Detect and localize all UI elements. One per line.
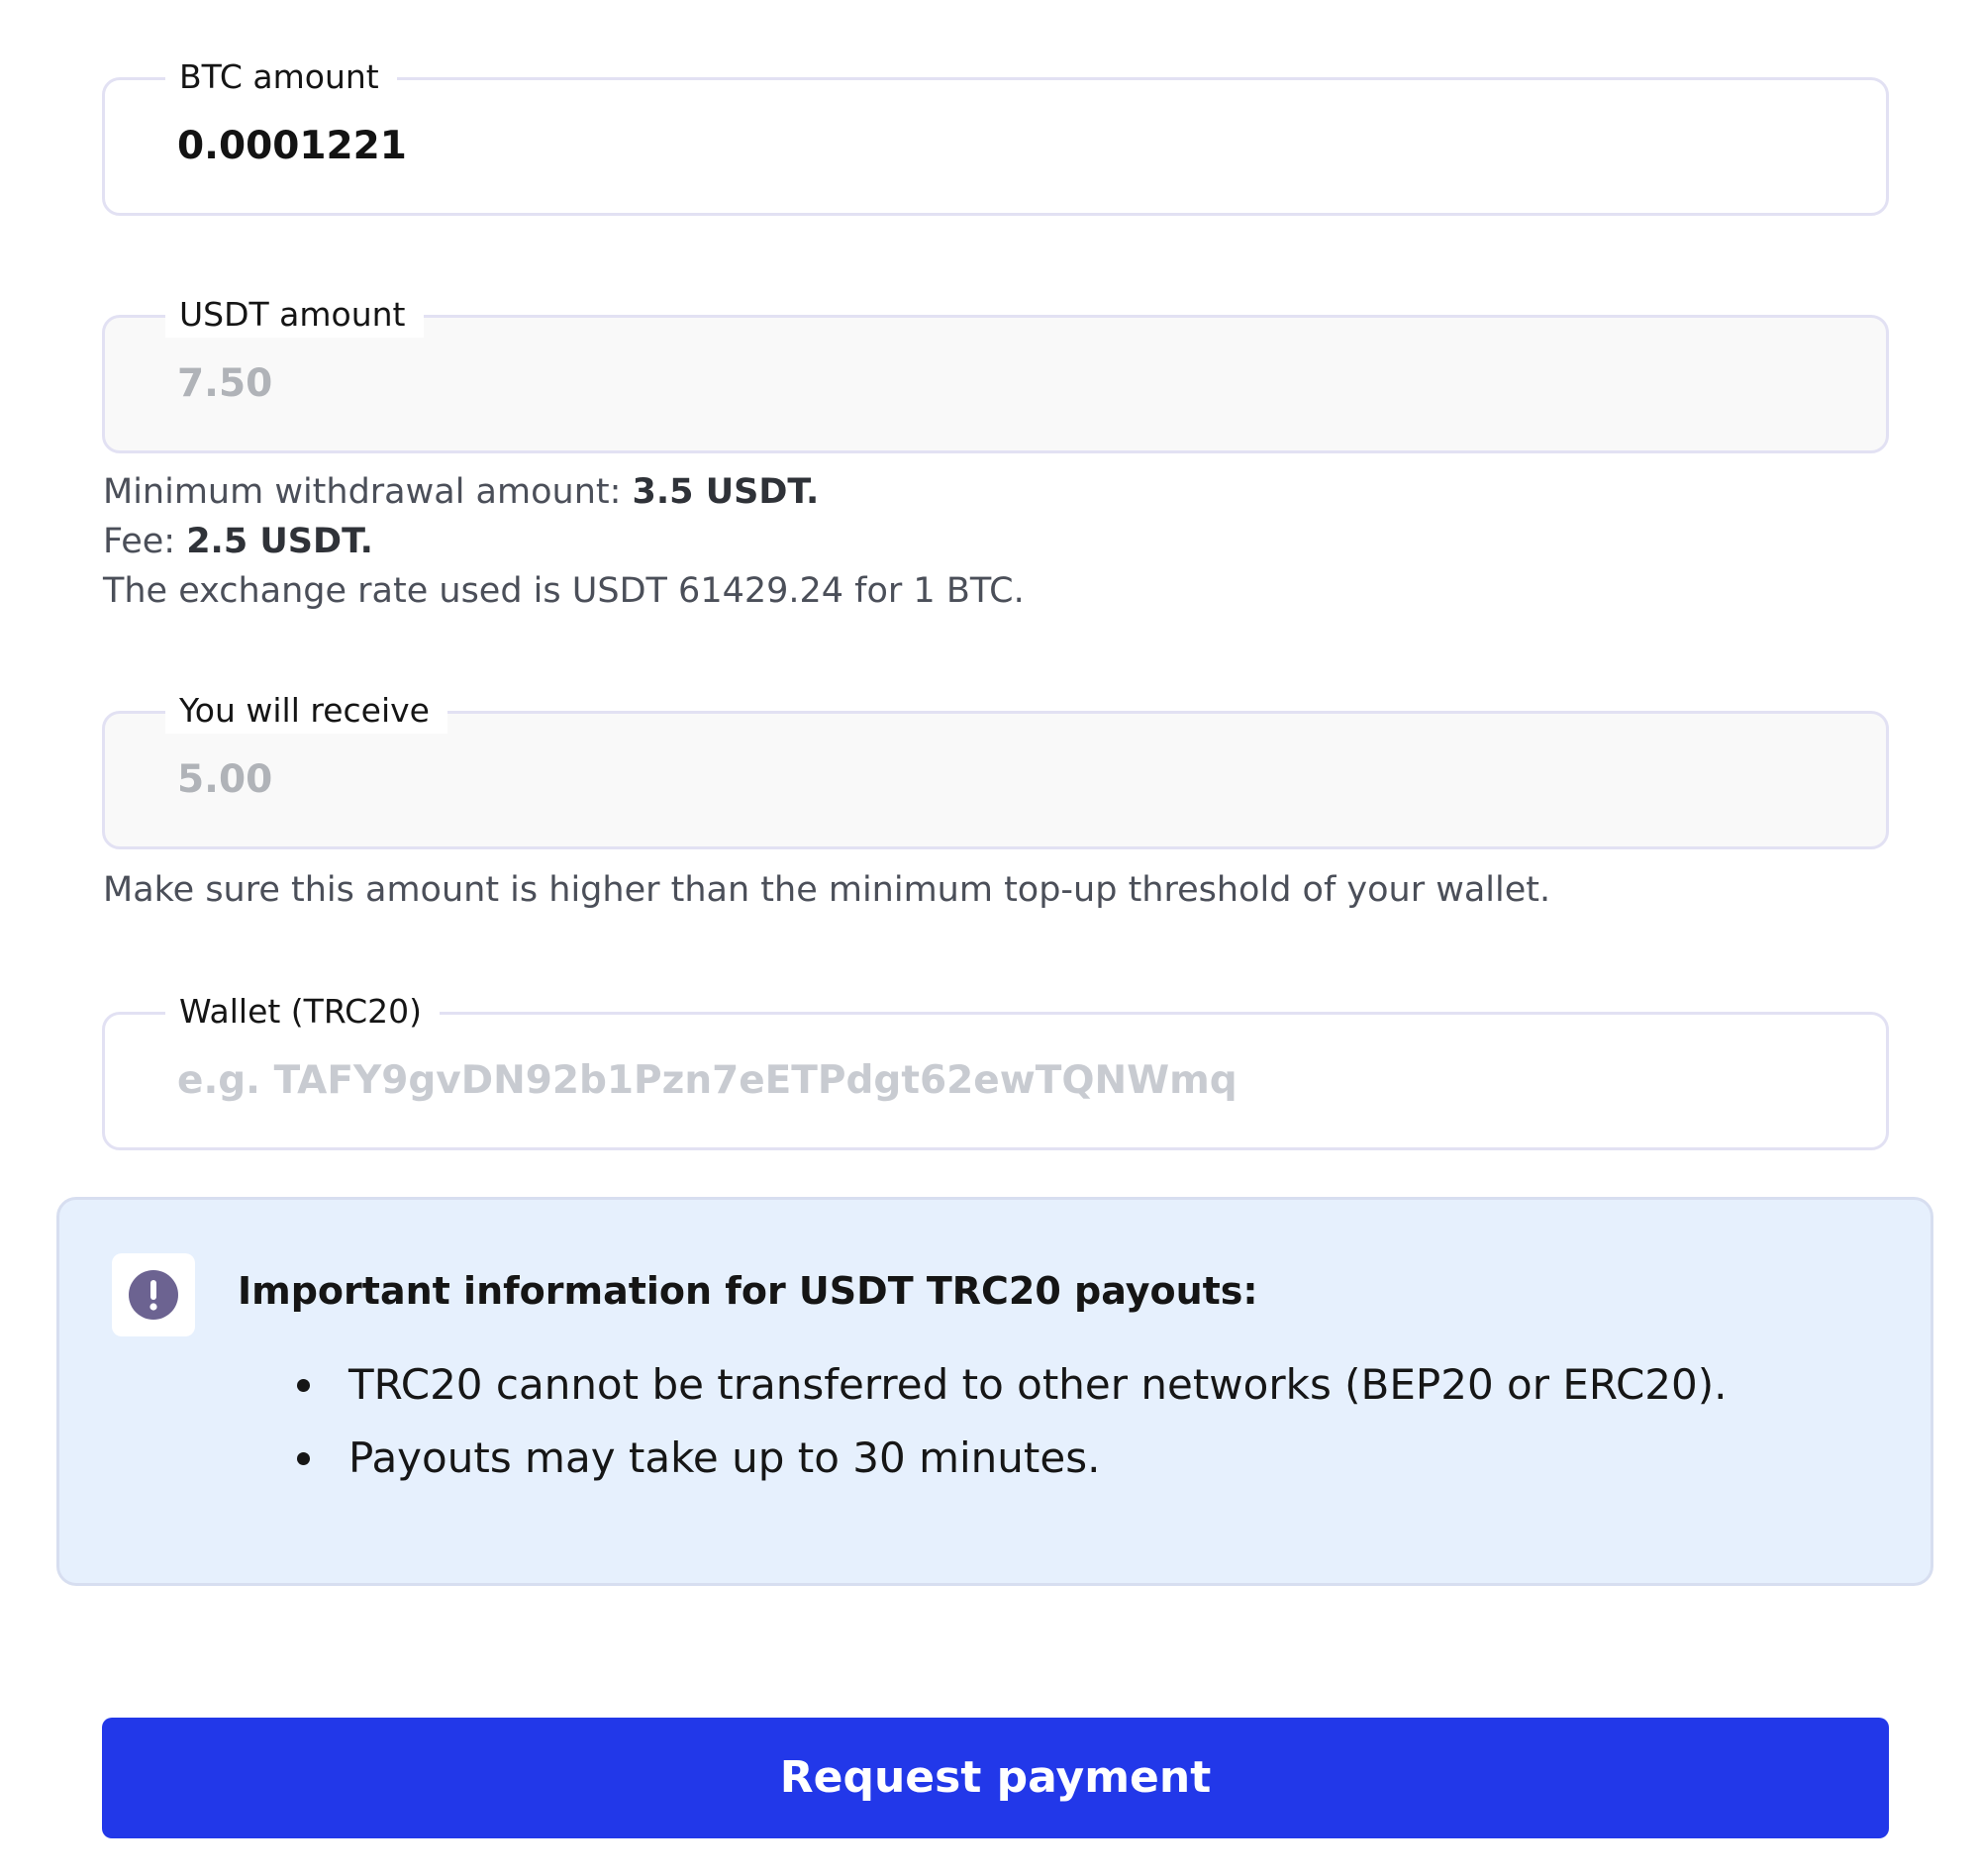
notice-icon-container [112,1253,195,1336]
min-withdrawal-text: Minimum withdrawal amount: 3.5 USDT. [103,467,819,517]
bullet-icon [297,1452,310,1465]
fee-value: 2.5 USDT. [186,522,373,561]
min-withdrawal-prefix: Minimum withdrawal amount: [103,472,633,512]
receive-helper-text: Make sure this amount is higher than the… [103,870,1551,910]
usdt-amount-label: USDT amount [165,292,424,338]
bullet-icon [297,1379,310,1392]
wallet-input[interactable]: e.g. TAFY9gvDN92b1Pzn7eETPdgt62ewTQNWmq [177,1056,1238,1106]
wallet-label: Wallet (TRC20) [165,989,441,1035]
usdt-amount-value: 7.50 [177,361,273,406]
exclamation-circle-icon [129,1270,178,1320]
usdt-amount-field: USDT amount 7.50 [102,292,1889,453]
notice-item: TRC20 cannot be transferred to other net… [297,1348,1727,1422]
trc20-notice: Important information for USDT TRC20 pay… [56,1197,1933,1586]
receive-amount-field: You will receive 5.00 [102,688,1889,849]
fee-prefix: Fee: [103,522,187,561]
min-withdrawal-value: 3.5 USDT. [632,472,820,512]
notice-item: Payouts may take up to 30 minutes. [297,1422,1727,1495]
notice-title: Important information for USDT TRC20 pay… [238,1269,1258,1313]
receive-amount-value: 5.00 [177,757,273,802]
wallet-field[interactable]: Wallet (TRC20) e.g. TAFY9gvDN92b1Pzn7eET… [102,989,1889,1150]
receive-amount-label: You will receive [165,688,447,734]
notice-item-text: TRC20 cannot be transferred to other net… [348,1360,1728,1409]
fee-text: Fee: 2.5 USDT. [103,517,373,566]
request-payment-button[interactable]: Request payment [102,1718,1889,1838]
btc-amount-field[interactable]: BTC amount 0.0001221 [102,54,1889,216]
btc-amount-label: BTC amount [165,54,397,100]
notice-list: TRC20 cannot be transferred to other net… [297,1348,1727,1495]
btc-amount-input[interactable]: 0.0001221 [177,122,407,171]
exchange-rate-text: The exchange rate used is USDT 61429.24 … [103,571,1025,611]
notice-item-text: Payouts may take up to 30 minutes. [348,1433,1101,1482]
